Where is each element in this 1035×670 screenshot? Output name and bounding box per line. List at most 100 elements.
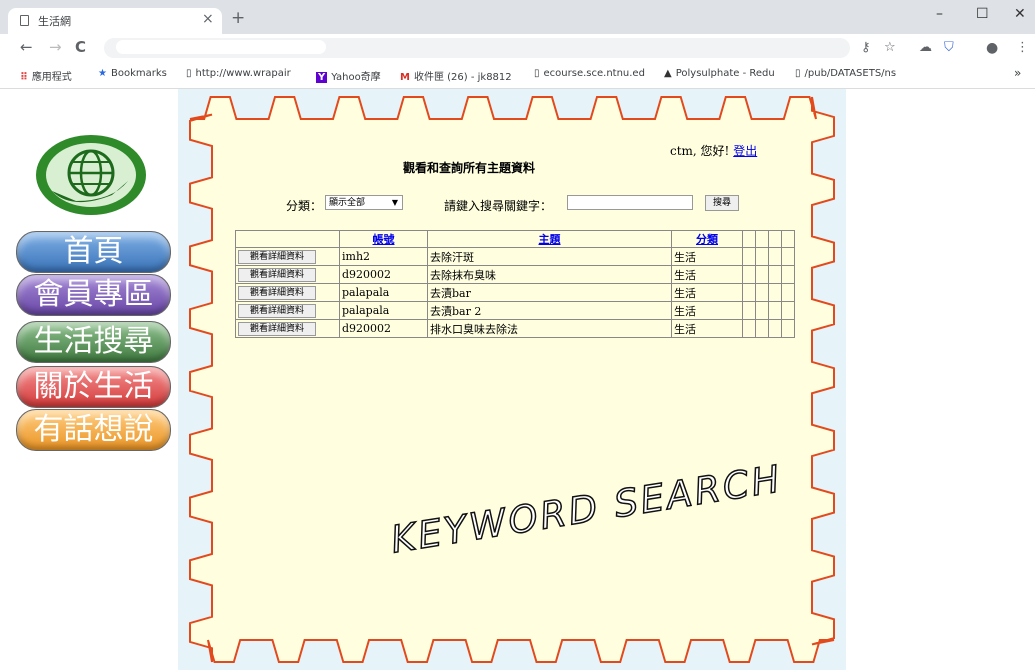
row-empty-cell bbox=[755, 247, 769, 266]
row-account: d920002 bbox=[339, 265, 428, 284]
header-empty bbox=[768, 230, 782, 248]
tab-close-button[interactable]: × bbox=[202, 11, 214, 27]
bookmark-apps[interactable]: ⠿ 應用程式 bbox=[20, 68, 72, 83]
row-action-cell: 觀看詳細資料 bbox=[235, 301, 340, 320]
browser-chrome: 生活網 × + – ☐ ✕ ← → C ⚷ ☆ ☁ ⛉ ● ⋮ ⠿ 應用程式 ★ B… bbox=[0, 0, 1035, 89]
greeting-text: ctm, 您好! bbox=[670, 144, 730, 158]
header-category[interactable]: 分類 bbox=[671, 230, 743, 248]
forward-button[interactable]: → bbox=[49, 38, 62, 56]
bookmarks-bar: ⠿ 應用程式 ★ Bookmarks ▯ http://www.wrapair Y Ya… bbox=[0, 62, 1035, 89]
view-detail-button[interactable]: 觀看詳細資料 bbox=[238, 250, 316, 264]
minimize-button[interactable]: – bbox=[936, 6, 943, 22]
view-detail-button[interactable]: 觀看詳細資料 bbox=[238, 268, 316, 282]
bookmark-yahoo[interactable]: Y Yahoo奇摩 bbox=[316, 68, 381, 83]
search-button[interactable]: 搜尋 bbox=[705, 195, 739, 211]
reload-button[interactable]: C bbox=[75, 38, 86, 56]
row-empty-cell bbox=[742, 301, 756, 320]
row-empty-cell bbox=[768, 301, 782, 320]
row-category: 生活 bbox=[671, 247, 743, 266]
bookmark-polysulphate[interactable]: ▲ Polysulphate - Redu bbox=[664, 68, 775, 79]
row-account: palapala bbox=[339, 301, 428, 320]
row-category: 生活 bbox=[671, 301, 743, 320]
apps-icon: ⠿ bbox=[20, 72, 28, 83]
keyword-search-banner: KEYWORD SEARCH bbox=[387, 456, 786, 562]
row-empty-cell bbox=[781, 247, 795, 266]
category-select[interactable]: 顯示全部 ▼ bbox=[325, 195, 403, 210]
nav-life-search-button[interactable]: 生活搜尋 bbox=[16, 321, 171, 363]
row-category: 生活 bbox=[671, 265, 743, 284]
results-table: 帳號 主題 分類 觀看詳細資料 imh2 去除汗斑 生活 觀看詳細資料 d920002 去除… bbox=[235, 230, 795, 338]
nav-about-button[interactable]: 關於生活 bbox=[16, 366, 171, 408]
bookmark-bookmarks[interactable]: ★ Bookmarks bbox=[98, 68, 167, 79]
row-subject: 去漬bar bbox=[427, 283, 672, 302]
row-category: 生活 bbox=[671, 283, 743, 302]
yahoo-icon: Y bbox=[316, 72, 328, 83]
address-bar[interactable] bbox=[104, 38, 850, 58]
bookmark-datasets[interactable]: ▯/pub/DATASETS/ns bbox=[795, 68, 896, 79]
row-empty-cell bbox=[742, 265, 756, 284]
table-row: 觀看詳細資料 d920002 去除抹布臭味 生活 bbox=[235, 265, 795, 284]
star-icon[interactable]: ☆ bbox=[884, 40, 896, 55]
row-action-cell: 觀看詳細資料 bbox=[235, 283, 340, 302]
new-tab-button[interactable]: + bbox=[231, 8, 245, 28]
row-action-cell: 觀看詳細資料 bbox=[235, 265, 340, 284]
browser-tab[interactable]: 生活網 × bbox=[8, 8, 222, 34]
search-panel: ctm, 您好! 登出 觀看和查詢所有主題資料 分類： 顯示全部 ▼ 請鍵入搜尋… bbox=[178, 89, 846, 670]
row-account: palapala bbox=[339, 283, 428, 302]
tab-strip: 生活網 × + – ☐ ✕ bbox=[0, 0, 1035, 34]
row-empty-cell bbox=[768, 319, 782, 338]
table-row: 觀看詳細資料 imh2 去除汗斑 生活 bbox=[235, 247, 795, 266]
back-button[interactable]: ← bbox=[20, 38, 33, 56]
row-action-cell: 觀看詳細資料 bbox=[235, 247, 340, 266]
logout-link[interactable]: 登出 bbox=[733, 144, 757, 158]
browser-toolbar: ← → C ⚷ ☆ ☁ ⛉ ● ⋮ bbox=[0, 34, 1035, 62]
row-empty-cell bbox=[781, 283, 795, 302]
row-empty-cell bbox=[781, 301, 795, 320]
table-row: 觀看詳細資料 palapala 去漬bar 生活 bbox=[235, 283, 795, 302]
view-detail-button[interactable]: 觀看詳細資料 bbox=[238, 322, 316, 336]
gmail-icon: M bbox=[400, 72, 410, 83]
row-empty-cell bbox=[781, 265, 795, 284]
address-text bbox=[116, 40, 326, 54]
row-empty-cell bbox=[755, 301, 769, 320]
row-subject: 去除汗斑 bbox=[427, 247, 672, 266]
cloud-icon[interactable]: ☁ bbox=[919, 40, 932, 55]
shield-icon[interactable]: ⛉ bbox=[944, 40, 954, 55]
tab-title: 生活網 bbox=[38, 15, 71, 28]
row-empty-cell bbox=[742, 283, 756, 302]
chevron-down-icon: ▼ bbox=[391, 198, 398, 207]
row-action-cell: 觀看詳細資料 bbox=[235, 319, 340, 338]
bookmark-gmail[interactable]: M 收件匣 (26) - jk8812 bbox=[400, 68, 512, 83]
header-account[interactable]: 帳號 bbox=[339, 230, 428, 248]
row-empty-cell bbox=[742, 319, 756, 338]
bookmark-ecourse[interactable]: ▯ ecourse.sce.ntnu.ed bbox=[534, 68, 645, 79]
close-window-button[interactable]: ✕ bbox=[1014, 6, 1026, 22]
bookmark-wrapair[interactable]: ▯ http://www.wrapair bbox=[186, 68, 291, 79]
main-stage: ctm, 您好! 登出 觀看和查詢所有主題資料 分類： 顯示全部 ▼ 請鍵入搜尋… bbox=[178, 89, 846, 670]
bookmarks-more-button[interactable]: » bbox=[1014, 66, 1021, 80]
row-empty-cell bbox=[768, 265, 782, 284]
page-icon bbox=[20, 15, 29, 26]
key-icon[interactable]: ⚷ bbox=[861, 40, 871, 55]
profile-icon[interactable]: ● bbox=[986, 40, 998, 56]
category-label: 分類： bbox=[286, 199, 323, 213]
nav-home-button[interactable]: 首頁 bbox=[16, 231, 171, 273]
row-subject: 去除抹布臭味 bbox=[427, 265, 672, 284]
nav-members-button[interactable]: 會員專區 bbox=[16, 274, 171, 316]
row-subject: 去漬bar 2 bbox=[427, 301, 672, 320]
table-row: 觀看詳細資料 d920002 排水口臭味去除法 生活 bbox=[235, 319, 795, 338]
row-category: 生活 bbox=[671, 319, 743, 338]
view-detail-button[interactable]: 觀看詳細資料 bbox=[238, 286, 316, 300]
header-empty bbox=[755, 230, 769, 248]
view-detail-button[interactable]: 觀看詳細資料 bbox=[238, 304, 316, 318]
maximize-button[interactable]: ☐ bbox=[976, 6, 989, 22]
header-subject[interactable]: 主題 bbox=[427, 230, 672, 248]
page-title: 觀看和查詢所有主題資料 bbox=[403, 161, 536, 175]
poly-icon: ▲ bbox=[664, 68, 672, 79]
keyword-input[interactable] bbox=[567, 195, 693, 210]
page-icon: ▯ bbox=[795, 68, 801, 79]
category-select-value: 顯示全部 bbox=[329, 198, 366, 208]
row-subject: 排水口臭味去除法 bbox=[427, 319, 672, 338]
menu-icon[interactable]: ⋮ bbox=[1016, 40, 1029, 55]
nav-feedback-button[interactable]: 有話想說 bbox=[16, 409, 171, 451]
